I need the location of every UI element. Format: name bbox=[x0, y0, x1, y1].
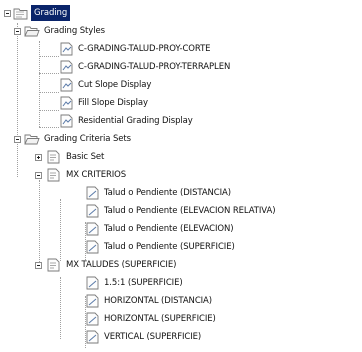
tree-line bbox=[39, 180, 40, 266]
criteria-icon bbox=[86, 222, 99, 236]
criteria-icon bbox=[86, 330, 99, 344]
collapse-toggle[interactable] bbox=[35, 262, 42, 269]
tree-line bbox=[39, 127, 59, 128]
folder-open-icon bbox=[24, 26, 40, 37]
collapse-toggle[interactable] bbox=[14, 136, 21, 143]
criteria-set-icon bbox=[47, 150, 60, 164]
tree-node-label: HORIZONTAL (SUPERFICIE) bbox=[104, 314, 216, 324]
tree-node-label: Talud o Pendiente (ELEVACION RELATIVA) bbox=[104, 206, 276, 216]
tree-node-label: HORIZONTAL (DISTANCIA) bbox=[104, 296, 212, 306]
expand-toggle[interactable] bbox=[35, 154, 42, 161]
tree-node-label: Cut Slope Display bbox=[78, 80, 152, 90]
grading-style-icon bbox=[60, 96, 73, 110]
settings-tree: Grading Grading Styles C-GRADING-TALUD-P… bbox=[0, 0, 362, 352]
tree-node-label: VERTICAL (SUPERFICIE) bbox=[104, 332, 202, 342]
grading-style-icon bbox=[60, 60, 73, 74]
criteria-icon bbox=[86, 240, 99, 254]
folder-clipboard-icon bbox=[13, 8, 28, 20]
tree-node-label: Grading Styles bbox=[44, 26, 105, 36]
tree-line bbox=[17, 23, 18, 177]
criteria-icon bbox=[86, 204, 99, 218]
grading-style-icon bbox=[60, 42, 73, 56]
tree-node-label: Talud o Pendiente (ELEVACION) bbox=[104, 224, 234, 234]
tree-node-label: Grading Criteria Sets bbox=[44, 134, 131, 144]
tree-node-label: 1.5:1 (SUPERFICIE) bbox=[104, 278, 183, 288]
criteria-icon bbox=[86, 294, 99, 308]
tree-node-label: MX TALUDES (SUPERFICIE) bbox=[66, 260, 177, 270]
tree-line bbox=[39, 56, 59, 57]
criteria-icon bbox=[86, 276, 99, 290]
tree-line bbox=[39, 92, 59, 93]
criteria-icon bbox=[86, 186, 99, 200]
tree-node-label: Grading bbox=[31, 5, 71, 21]
tree-node-label: Fill Slope Display bbox=[78, 98, 148, 108]
tree-line bbox=[60, 277, 61, 339]
tree-node-label: Talud o Pendiente (SUPERFICIE) bbox=[104, 242, 235, 252]
tree-node-label: C-GRADING-TALUD-PROY-CORTE bbox=[78, 44, 211, 54]
tree-node-label: Residential Grading Display bbox=[78, 116, 193, 126]
criteria-icon bbox=[86, 312, 99, 326]
grading-style-icon bbox=[60, 114, 73, 128]
collapse-toggle[interactable] bbox=[14, 28, 21, 35]
tree-node-label: Talud o Pendiente (DISTANCIA) bbox=[104, 188, 231, 198]
tree-line bbox=[60, 199, 61, 261]
tree-node-label: C-GRADING-TALUD-PROY-TERRAPLEN bbox=[78, 62, 231, 72]
tree-line bbox=[39, 73, 59, 74]
tree-line bbox=[39, 110, 59, 111]
criteria-set-icon bbox=[47, 168, 60, 182]
tree-line bbox=[39, 41, 40, 127]
collapse-toggle[interactable] bbox=[4, 10, 11, 17]
tree-node-label: MX CRITERIOS bbox=[66, 170, 127, 180]
criteria-set-icon bbox=[47, 258, 60, 272]
folder-open-icon bbox=[24, 134, 40, 145]
collapse-toggle[interactable] bbox=[35, 172, 42, 179]
grading-style-icon bbox=[60, 78, 73, 92]
tree-node-label: Basic Set bbox=[66, 152, 105, 162]
